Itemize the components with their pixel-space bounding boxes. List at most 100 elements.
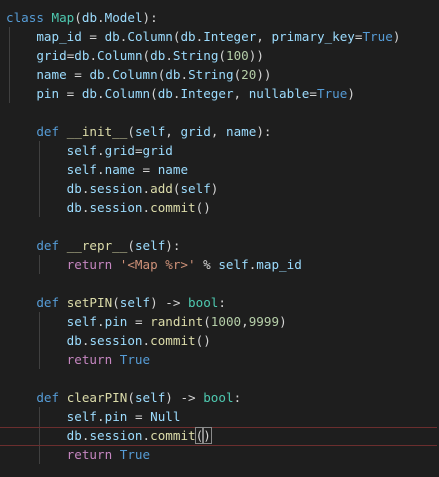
code-token: def [36,124,60,139]
code-token: db [66,200,82,215]
code-line-text: self.pin = randint(1000,9999) [6,312,287,331]
code-line[interactable]: self.pin = randint(1000,9999) [0,312,439,331]
code-token: grid [104,143,135,158]
code-token: . [97,86,105,101]
code-token: Model [104,10,143,25]
code-line-text: grid=db.Column(db.String(100)) [6,46,264,65]
code-line[interactable]: return '<Map %r>' % self.map_id [0,255,439,274]
code-token: add [150,181,173,196]
code-token: db [180,29,196,44]
code-token: ): [256,124,272,139]
code-token: commit [150,333,196,348]
code-line[interactable]: class Map(db.Model): [0,8,439,27]
code-token: = [127,314,151,329]
code-token: db [74,48,90,63]
code-line-text: pin = db.Column(db.Integer, nullable=Tru… [6,84,355,103]
code-line-text: map_id = db.Column(db.Integer, primary_k… [6,27,400,46]
code-editor[interactable]: class Map(db.Model): map_id = db.Column(… [0,0,439,477]
code-token: db [157,86,173,101]
code-line[interactable]: db.session.commit() [0,331,439,350]
code-token: return [66,352,113,367]
code-line-text: self.pin = Null [6,407,181,426]
code-line[interactable]: def clearPIN(self) -> bool: [0,388,439,407]
code-token: ( [112,295,120,310]
code-token: ) [202,427,212,444]
code-line[interactable]: self.pin = Null [0,407,439,426]
code-token: name [157,162,189,177]
code-line[interactable]: def __repr__(self): [0,236,439,255]
code-token: session [89,428,143,443]
code-token: map_id [256,257,302,272]
code-line[interactable] [0,103,439,122]
code-token: , [210,124,226,139]
code-token: , [256,29,272,44]
code-token: . [165,48,173,63]
code-token: ) [347,86,355,101]
code-line[interactable]: db.session.commit() [0,426,439,445]
code-line[interactable]: name = db.Column(db.String(20)) [0,65,439,84]
code-token: = [66,67,90,82]
code-line[interactable]: map_id = db.Column(db.Integer, primary_k… [0,27,439,46]
code-line-text: return True [6,445,150,464]
code-line[interactable]: db.session.commit() [0,198,439,217]
code-line[interactable]: pin = db.Column(db.Integer, nullable=Tru… [0,84,439,103]
code-line[interactable]: db.session.add(self) [0,179,439,198]
code-token: . [142,428,151,443]
code-line-text: db.session.commit() [6,426,212,445]
code-line[interactable]: return True [0,350,439,369]
code-token: 100 [226,48,249,63]
code-token: __init__ [66,124,128,139]
code-token: . [97,143,105,158]
code-line[interactable]: def __init__(self, grid, name): [0,122,439,141]
code-token: , [233,86,249,101]
code-token: . [142,181,151,196]
code-token: Integer [180,86,234,101]
code-line[interactable]: self.name = name [0,160,439,179]
code-token: . [142,200,151,215]
code-token: self [134,390,166,405]
code-line[interactable] [0,369,439,388]
code-token: db [66,181,82,196]
code-line-text: self.name = name [6,160,188,179]
code-token: db [66,428,82,443]
code-token: '<Map %r>' [119,257,196,272]
code-token: session [89,333,143,348]
code-line[interactable]: def setPIN(self) -> bool: [0,293,439,312]
code-token: commit [150,200,196,215]
code-token: self [134,124,166,139]
code-token: ) [279,314,287,329]
code-token: self [218,257,249,272]
code-token: primary_key [271,29,355,44]
code-token: clearPIN [66,390,128,405]
code-token: , [241,314,249,329]
code-token: 1000 [210,314,242,329]
code-token: db [104,29,120,44]
code-token: % [195,257,219,272]
code-token: Null [150,409,181,424]
code-token: String [172,48,219,63]
code-token: ( [203,314,211,329]
code-line[interactable] [0,217,439,236]
code-line[interactable]: self.grid=grid [0,141,439,160]
code-token: ( [218,48,226,63]
code-line-text: class Map(db.Model): [6,8,158,27]
code-line[interactable]: grid=db.Column(db.String(100)) [0,46,439,65]
code-token: name [225,124,257,139]
code-line[interactable] [0,274,439,293]
code-token: String [188,67,234,82]
code-line-text: db.session.commit() [6,331,211,350]
code-token: . [97,10,105,25]
code-line[interactable]: return True [0,445,439,464]
